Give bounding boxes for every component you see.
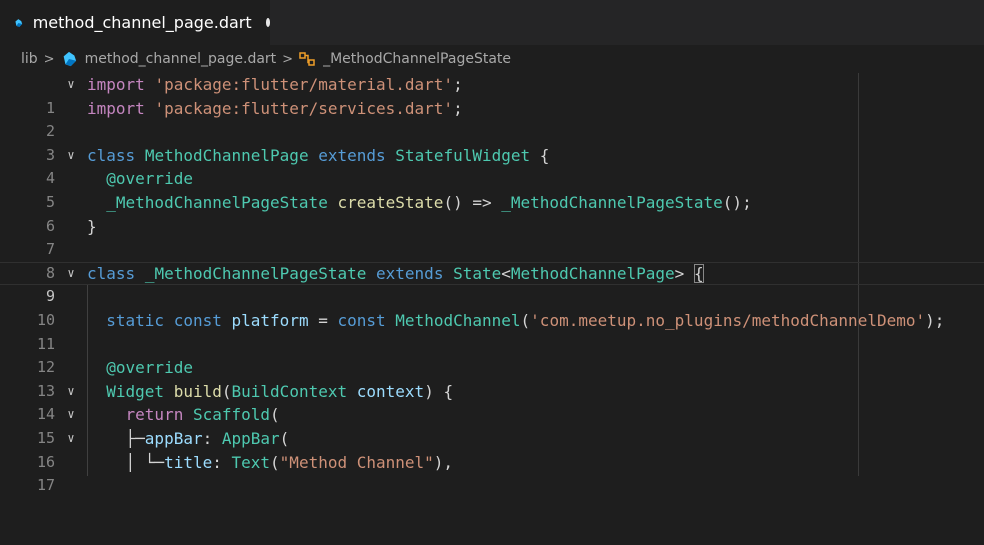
code-line[interactable]: 4 ∨ class MethodChannelPage extends Stat… [0, 144, 984, 188]
code-line[interactable]: 17 │ └─title: Text("Method Channel"), [0, 451, 984, 495]
code-line-current[interactable]: 9 ∨ class _MethodChannelPageState extend… [0, 262, 984, 305]
code-editor[interactable]: 1 ∨ import 'package:flutter/material.dar… [0, 73, 984, 495]
fold-chevron-icon[interactable]: ∨ [64, 262, 78, 286]
fold-chevron-icon[interactable]: ∨ [64, 73, 78, 97]
breadcrumb-symbol[interactable]: _MethodChannelPageState [299, 51, 511, 67]
breadcrumb-file[interactable]: method_channel_page.dart [61, 51, 277, 67]
code-line[interactable]: 15 ∨ return Scaffold( [0, 403, 984, 447]
code-line[interactable]: 12 [0, 333, 984, 376]
code-line[interactable]: 14 ∨ Widget build(BuildContext context) … [0, 380, 984, 424]
matched-brace: { [693, 263, 704, 283]
code-line[interactable]: 6 _MethodChannelPageState createState() … [0, 191, 984, 235]
breadcrumb-symbol-label: _MethodChannelPageState [323, 51, 512, 67]
code-line[interactable]: 13 @override [0, 356, 984, 400]
breadcrumb: lib > method_channel_page.dart > _Method… [0, 45, 984, 73]
fold-chevron-icon[interactable]: ∨ [64, 427, 78, 451]
code-line[interactable]: 8 [0, 238, 984, 282]
fold-chevron-icon[interactable]: ∨ [64, 380, 78, 404]
tab-bar: method_channel_page.dart [0, 0, 984, 45]
fold-chevron-icon[interactable]: ∨ [64, 144, 78, 168]
line-number: 17 [36, 476, 55, 495]
class-icon [299, 52, 315, 66]
tab-title: method_channel_page.dart [32, 13, 252, 32]
code-line[interactable]: 11 static const platform = const MethodC… [0, 309, 984, 353]
code-line[interactable]: 5 @override [0, 167, 984, 211]
code-line[interactable]: 10 [0, 285, 984, 329]
fold-chevron-icon[interactable]: ∨ [64, 403, 78, 427]
code-line[interactable]: 3 [0, 120, 984, 164]
code-line[interactable]: 2 import 'package:flutter/services.dart'… [0, 97, 984, 141]
breadcrumb-lib[interactable]: lib [21, 51, 38, 67]
editor-tab[interactable]: method_channel_page.dart [0, 0, 270, 45]
code-line[interactable]: 16 ∨ ├─appBar: AppBar( [0, 427, 984, 471]
code-line[interactable]: 7 } [0, 215, 984, 259]
chevron-right-icon: > [43, 51, 55, 67]
dart-icon [15, 18, 23, 27]
chevron-right-icon: > [282, 51, 294, 67]
breadcrumb-file-label: method_channel_page.dart [84, 51, 277, 67]
code-line[interactable]: 1 ∨ import 'package:flutter/material.dar… [0, 73, 984, 117]
dart-icon [63, 51, 76, 67]
unsaved-dot-icon[interactable] [265, 18, 270, 27]
